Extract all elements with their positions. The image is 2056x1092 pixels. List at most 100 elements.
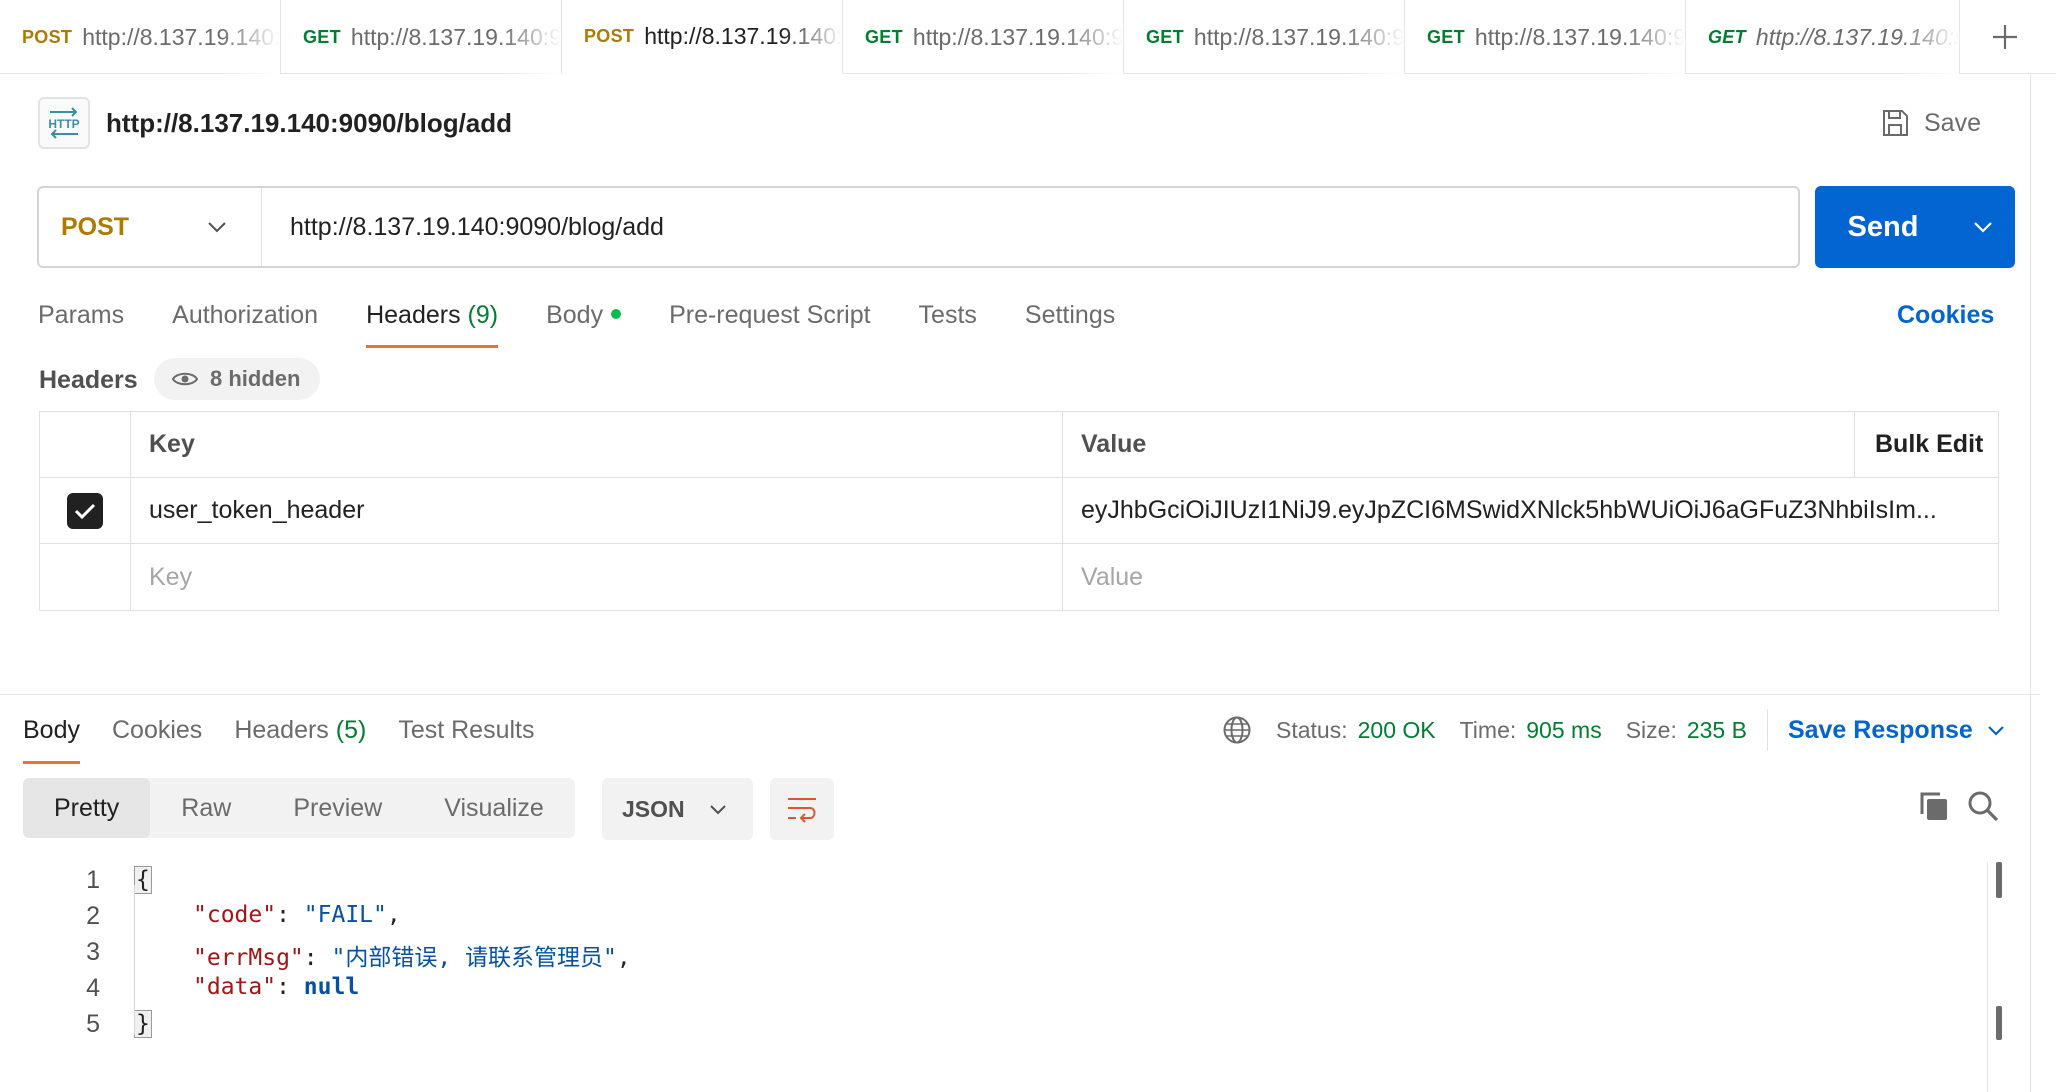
- chevron-down-icon: [1988, 725, 2004, 736]
- status-value[interactable]: 200 OK: [1358, 717, 1436, 744]
- request-tab-active[interactable]: POST http://8.137.19.140:9090/blog/add: [562, 0, 843, 74]
- header-value-text: eyJhbGciOiJIUzI1NiJ9.eyJpZCI6MSwidXNlck5…: [1081, 496, 1937, 524]
- tab-authorization[interactable]: Authorization: [172, 290, 318, 350]
- wrap-lines-icon: [788, 798, 816, 823]
- json-key: "data": [193, 974, 277, 1000]
- send-button[interactable]: Send: [1815, 186, 2015, 268]
- table-row-empty: Key Value: [40, 544, 1998, 610]
- row-enabled-cell: [40, 478, 131, 543]
- view-mode-segment: Pretty Raw Preview Visualize: [23, 778, 575, 838]
- tab-body[interactable]: Body: [546, 290, 622, 350]
- tab-method: GET: [1708, 26, 1746, 47]
- tab-params[interactable]: Params: [38, 290, 124, 350]
- tab-tests[interactable]: Tests: [919, 290, 977, 350]
- request-tab-preview[interactable]: GET http://8.137.19.140:9090/: [1686, 0, 1960, 74]
- tab-prerequest-script[interactable]: Pre-request Script: [669, 290, 870, 350]
- send-options-button[interactable]: [1951, 186, 2015, 268]
- headers-section-label: Headers: [39, 366, 138, 394]
- hidden-headers-label: 8 hidden: [210, 366, 301, 391]
- save-response-button[interactable]: Save Response: [1788, 716, 2005, 745]
- view-visualize[interactable]: Visualize: [413, 778, 575, 838]
- method-value: POST: [61, 212, 130, 241]
- line-number: 2: [86, 902, 100, 930]
- json-value: null: [303, 974, 360, 1000]
- header-key-input[interactable]: user_token_header: [131, 478, 1063, 543]
- value-column-header: Value: [1063, 412, 1855, 477]
- line-number: 3: [86, 938, 100, 966]
- code-line: {: [134, 866, 152, 894]
- scrollbar-thumb-bottom[interactable]: [1996, 1006, 2002, 1040]
- table-row: user_token_header eyJhbGciOiJIUzI1NiJ9.e…: [40, 478, 1998, 544]
- request-tab[interactable]: POST http://8.137.19.140:9090/blog/add: [0, 0, 281, 74]
- new-value-input[interactable]: Value: [1063, 544, 1998, 610]
- http-request-icon: HTTP: [38, 97, 90, 149]
- time-value[interactable]: 905 ms: [1526, 717, 1601, 744]
- response-tab-headers-label: Headers: [234, 716, 329, 744]
- request-tab-strip: POST http://8.137.19.140:9090/blog/add G…: [0, 0, 2056, 74]
- tab-method: POST: [584, 26, 635, 46]
- row-enabled-checkbox[interactable]: [67, 492, 103, 529]
- open-brace: {: [134, 866, 152, 894]
- view-preview[interactable]: Preview: [262, 778, 413, 838]
- size-value[interactable]: 235 B: [1687, 717, 1747, 744]
- svg-text:HTTP: HTTP: [48, 117, 79, 131]
- response-tab-body[interactable]: Body: [23, 706, 80, 764]
- request-config-tabs: Params Authorization Headers (9) Body Pr…: [38, 290, 1163, 350]
- json-value: "内部错误, 请联系管理员": [331, 945, 617, 971]
- format-value: JSON: [622, 795, 685, 822]
- method-select[interactable]: POST: [39, 188, 262, 266]
- response-divider[interactable]: [0, 694, 2040, 695]
- tab-body-label: Body: [546, 301, 604, 329]
- panel-right-border: [2030, 74, 2031, 1092]
- format-select[interactable]: JSON: [602, 778, 753, 840]
- url-input[interactable]: http://8.137.19.140:9090/blog/add: [262, 213, 664, 242]
- wrap-lines-button[interactable]: [770, 778, 834, 840]
- scrollbar-thumb-top[interactable]: [1996, 862, 2002, 898]
- response-meta: Status: 200 OK Time: 905 ms Size: 235 B Sav…: [1222, 709, 2005, 751]
- response-tab-test-results[interactable]: Test Results: [398, 706, 534, 762]
- search-icon[interactable]: [1966, 789, 2000, 823]
- time-label: Time:: [1459, 716, 1517, 743]
- header-value-input[interactable]: eyJhbGciOiJIUzI1NiJ9.eyJpZCI6MSwidXNlck5…: [1063, 478, 1998, 543]
- tab-headers[interactable]: Headers (9): [366, 290, 499, 350]
- view-pretty[interactable]: Pretty: [23, 778, 151, 838]
- view-raw[interactable]: Raw: [150, 778, 262, 838]
- new-tab-button[interactable]: [1970, 0, 2040, 74]
- save-button[interactable]: Save: [1880, 100, 1981, 146]
- close-brace: }: [134, 1010, 152, 1038]
- tab-headers-label: Headers: [366, 301, 461, 329]
- request-tab[interactable]: GET http://8.137.19.140:9090/: [843, 0, 1124, 74]
- cookies-link[interactable]: Cookies: [1897, 290, 1994, 340]
- tab-settings[interactable]: Settings: [1025, 290, 1115, 350]
- globe-icon[interactable]: [1222, 715, 1252, 745]
- new-key-input[interactable]: Key: [131, 544, 1063, 610]
- tab-method: POST: [22, 26, 73, 47]
- select-column-header: [40, 412, 131, 477]
- body-indicator-dot: [611, 309, 622, 320]
- code-line: "code": "FAIL",: [193, 902, 401, 928]
- tab-method: GET: [1146, 26, 1184, 47]
- line-number: 4: [86, 974, 100, 1002]
- request-tab[interactable]: GET http://8.137.19.140:9090/: [1405, 0, 1686, 74]
- vertical-scroll-track: [1987, 862, 1988, 1092]
- headers-table: Key Value Bulk Edit user_token_header ey…: [39, 411, 1999, 611]
- hidden-headers-toggle[interactable]: 8 hidden: [154, 358, 321, 400]
- json-value: "FAIL": [303, 902, 387, 928]
- request-name[interactable]: http://8.137.19.140:9090/blog/add: [106, 108, 512, 139]
- save-response-label: Save Response: [1787, 715, 1973, 744]
- line-number: 1: [86, 866, 100, 894]
- response-tab-cookies[interactable]: Cookies: [112, 706, 202, 762]
- request-tab[interactable]: GET http://8.137.19.140:9090/: [281, 0, 562, 74]
- response-tab-headers[interactable]: Headers (5): [234, 706, 366, 762]
- tab-method: GET: [303, 26, 341, 47]
- response-headers-count: (5): [335, 716, 367, 744]
- bulk-edit-button[interactable]: Bulk Edit: [1855, 412, 1998, 477]
- code-line: "errMsg": "内部错误, 请联系管理员",: [193, 945, 631, 971]
- tab-method: GET: [865, 26, 903, 47]
- json-key: "code": [193, 902, 277, 928]
- request-tab[interactable]: GET http://8.137.19.140:9090/: [1124, 0, 1405, 74]
- copy-icon[interactable]: [1918, 790, 1950, 822]
- meta-separator: [1766, 709, 1768, 751]
- tab-method: GET: [1427, 26, 1465, 47]
- eye-icon: [172, 372, 198, 386]
